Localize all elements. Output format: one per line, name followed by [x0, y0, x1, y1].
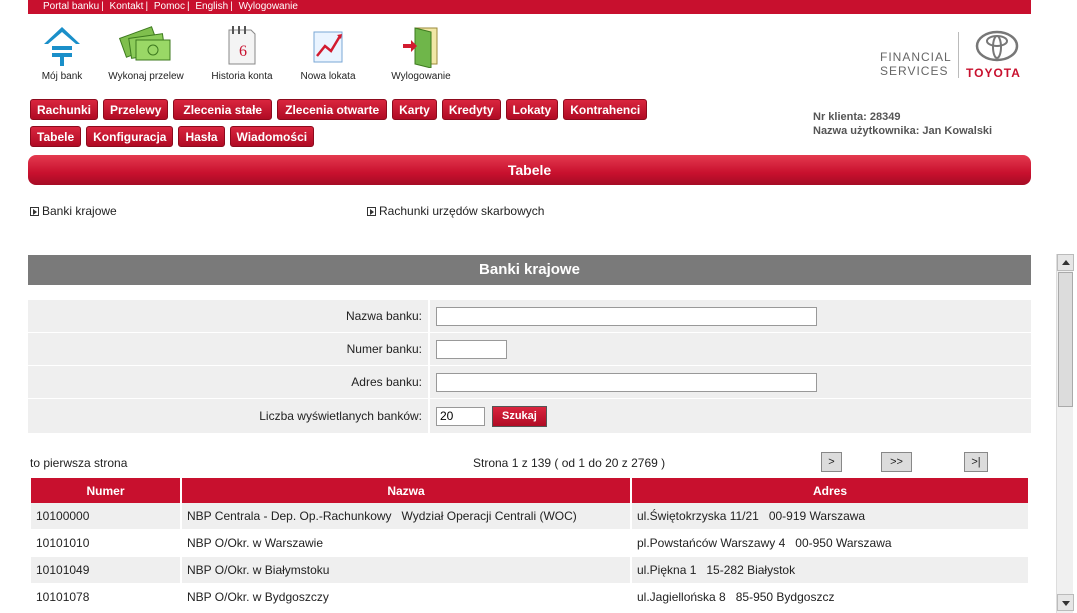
nav-wykonaj-przelew[interactable]: Wykonaj przelew	[102, 22, 190, 82]
bank-name-input[interactable]	[436, 306, 817, 326]
arrow-right-icon	[30, 207, 39, 216]
search-button[interactable]: Szukaj	[492, 405, 547, 427]
bank-number-label: Numer banku:	[28, 333, 428, 365]
nav-historia-konta[interactable]: 6 Historia konta	[206, 22, 278, 82]
username: Nazwa użytkownika: Jan Kowalski	[813, 125, 993, 137]
user-info: Nr klienta: 28349 Nazwa użytkownika: Jan…	[813, 110, 992, 138]
table-row: 10101049 NBP O/Okr. w Białymstoku ul.Pię…	[31, 557, 1028, 584]
bank-number-cell: 10101049	[31, 557, 180, 584]
menu-wiadomosci[interactable]: Wiadomości	[229, 126, 315, 147]
bank-name-cell: NBP O/Okr. w Białymstoku	[182, 557, 630, 584]
door-icon	[384, 22, 458, 70]
link-wylogowanie[interactable]: Wylogowanie	[239, 1, 298, 12]
link-rachunki-urzedow[interactable]: Rachunki urzędów skarbowych	[367, 204, 544, 218]
bank-address-cell: pl.Powstańców Warszawy 4 00-950 Warszawa	[632, 530, 1028, 557]
toyota-emblem-icon	[975, 30, 1019, 62]
bank-address-cell: ul.Piękna 1 15-282 Białystok	[632, 557, 1028, 584]
column-header-adres: Adres	[632, 478, 1028, 503]
link-banki-krajowe[interactable]: Banki krajowe	[30, 204, 117, 218]
menu-karty[interactable]: Karty	[392, 99, 437, 120]
bank-address-input[interactable]	[436, 372, 817, 392]
scroll-thumb[interactable]	[1058, 272, 1073, 407]
client-number: Nr klienta: 28349	[813, 111, 901, 123]
home-icon	[28, 22, 96, 70]
menu-lokaty[interactable]: Lokaty	[505, 99, 559, 120]
calendar-icon: 6	[206, 22, 278, 70]
bank-address-cell: ul.Jagiellońska 8 85-950 Bydgoszcz	[632, 584, 1028, 611]
scroll-down-icon[interactable]	[1057, 594, 1074, 611]
column-header-numer: Numer	[31, 478, 180, 503]
main-menu: Rachunki Przelewy Zlecenia stałe Zleceni…	[30, 99, 670, 153]
bank-number-input[interactable]	[436, 339, 507, 359]
menu-kredyty[interactable]: Kredyty	[441, 99, 501, 120]
menu-row-1: Rachunki Przelewy Zlecenia stałe Zleceni…	[30, 99, 670, 120]
skip-pages-button[interactable]: >>	[881, 452, 912, 472]
banks-table: Numer Nazwa Adres 10100000 NBP Centrala …	[29, 478, 1030, 611]
menu-hasla[interactable]: Hasła	[178, 126, 225, 147]
bank-address-cell: ul.Świętokrzyska 11/21 00-919 Warszawa	[632, 503, 1028, 530]
nav-wylogowanie[interactable]: Wylogowanie	[384, 22, 458, 82]
icon-nav: Mój bank Wykonaj przelew 6 Historia kont…	[28, 22, 728, 86]
menu-tabele[interactable]: Tabele	[30, 126, 82, 147]
link-kontakt[interactable]: Kontakt	[110, 1, 144, 12]
menu-kontrahenci[interactable]: Kontrahenci	[563, 99, 648, 120]
search-form: Nazwa banku: Numer banku: Adres banku: L…	[28, 300, 1031, 434]
money-icon	[102, 22, 190, 70]
menu-konfiguracja[interactable]: Konfiguracja	[86, 126, 174, 147]
column-header-nazwa: Nazwa	[182, 478, 630, 503]
menu-rachunki[interactable]: Rachunki	[30, 99, 99, 120]
link-english[interactable]: English	[195, 1, 228, 12]
bank-name-cell: NBP Centrala - Dep. Op.-Rachunkowy Wydzi…	[182, 503, 630, 530]
bank-address-label: Adres banku:	[28, 366, 428, 398]
bank-number-cell: 10101010	[31, 530, 180, 557]
bank-number-cell: 10100000	[31, 503, 180, 530]
chart-icon	[294, 22, 362, 70]
link-pomoc[interactable]: Pomoc	[154, 1, 185, 12]
bank-count-input[interactable]	[436, 406, 485, 426]
page-info: Strona 1 z 139 ( od 1 do 20 z 2769 )	[473, 456, 666, 470]
bank-name-cell: NBP O/Okr. w Warszawie	[182, 530, 630, 557]
scroll-up-icon[interactable]	[1057, 254, 1074, 271]
link-portal-banku[interactable]: Portal banku	[43, 1, 99, 12]
arrow-right-icon	[367, 207, 376, 216]
vertical-scrollbar[interactable]	[1056, 254, 1074, 613]
svg-text:6: 6	[239, 43, 247, 60]
section-title: Tabele	[28, 155, 1031, 185]
bank-name-cell: NBP O/Okr. w Bydgoszczy	[182, 584, 630, 611]
menu-przelewy[interactable]: Przelewy	[103, 99, 169, 120]
first-page-text: to pierwsza strona	[30, 456, 128, 470]
nav-moj-bank[interactable]: Mój bank	[28, 22, 96, 82]
table-row: 10101078 NBP O/Okr. w Bydgoszczy ul.Jagi…	[31, 584, 1028, 611]
table-row: 10101010 NBP O/Okr. w Warszawie pl.Powst…	[31, 530, 1028, 557]
bank-number-cell: 10101078	[31, 584, 180, 611]
nav-nowa-lokata[interactable]: Nowa lokata	[294, 22, 362, 82]
toyota-financial-logo: FINANCIAL SERVICES TOYOTA	[880, 30, 1030, 80]
top-link-bar: Portal banku | Kontakt | Pomoc | English | W…	[28, 0, 1031, 14]
panel-title: Banki krajowe	[28, 255, 1031, 285]
menu-row-2: Tabele Konfiguracja Hasła Wiadomości	[30, 126, 670, 147]
last-page-button[interactable]: >|	[964, 452, 988, 472]
menu-zlecenia-stale[interactable]: Zlecenia stałe	[173, 99, 273, 120]
pagination: to pierwsza strona Strona 1 z 139 ( od 1…	[28, 452, 1031, 474]
next-page-button[interactable]: >	[821, 452, 842, 472]
table-row: 10100000 NBP Centrala - Dep. Op.-Rachunk…	[31, 503, 1028, 530]
menu-zlecenia-otwarte[interactable]: Zlecenia otwarte	[277, 99, 388, 120]
bank-name-label: Nazwa banku:	[28, 300, 428, 332]
bank-count-label: Liczba wyświetlanych banków:	[28, 399, 428, 433]
